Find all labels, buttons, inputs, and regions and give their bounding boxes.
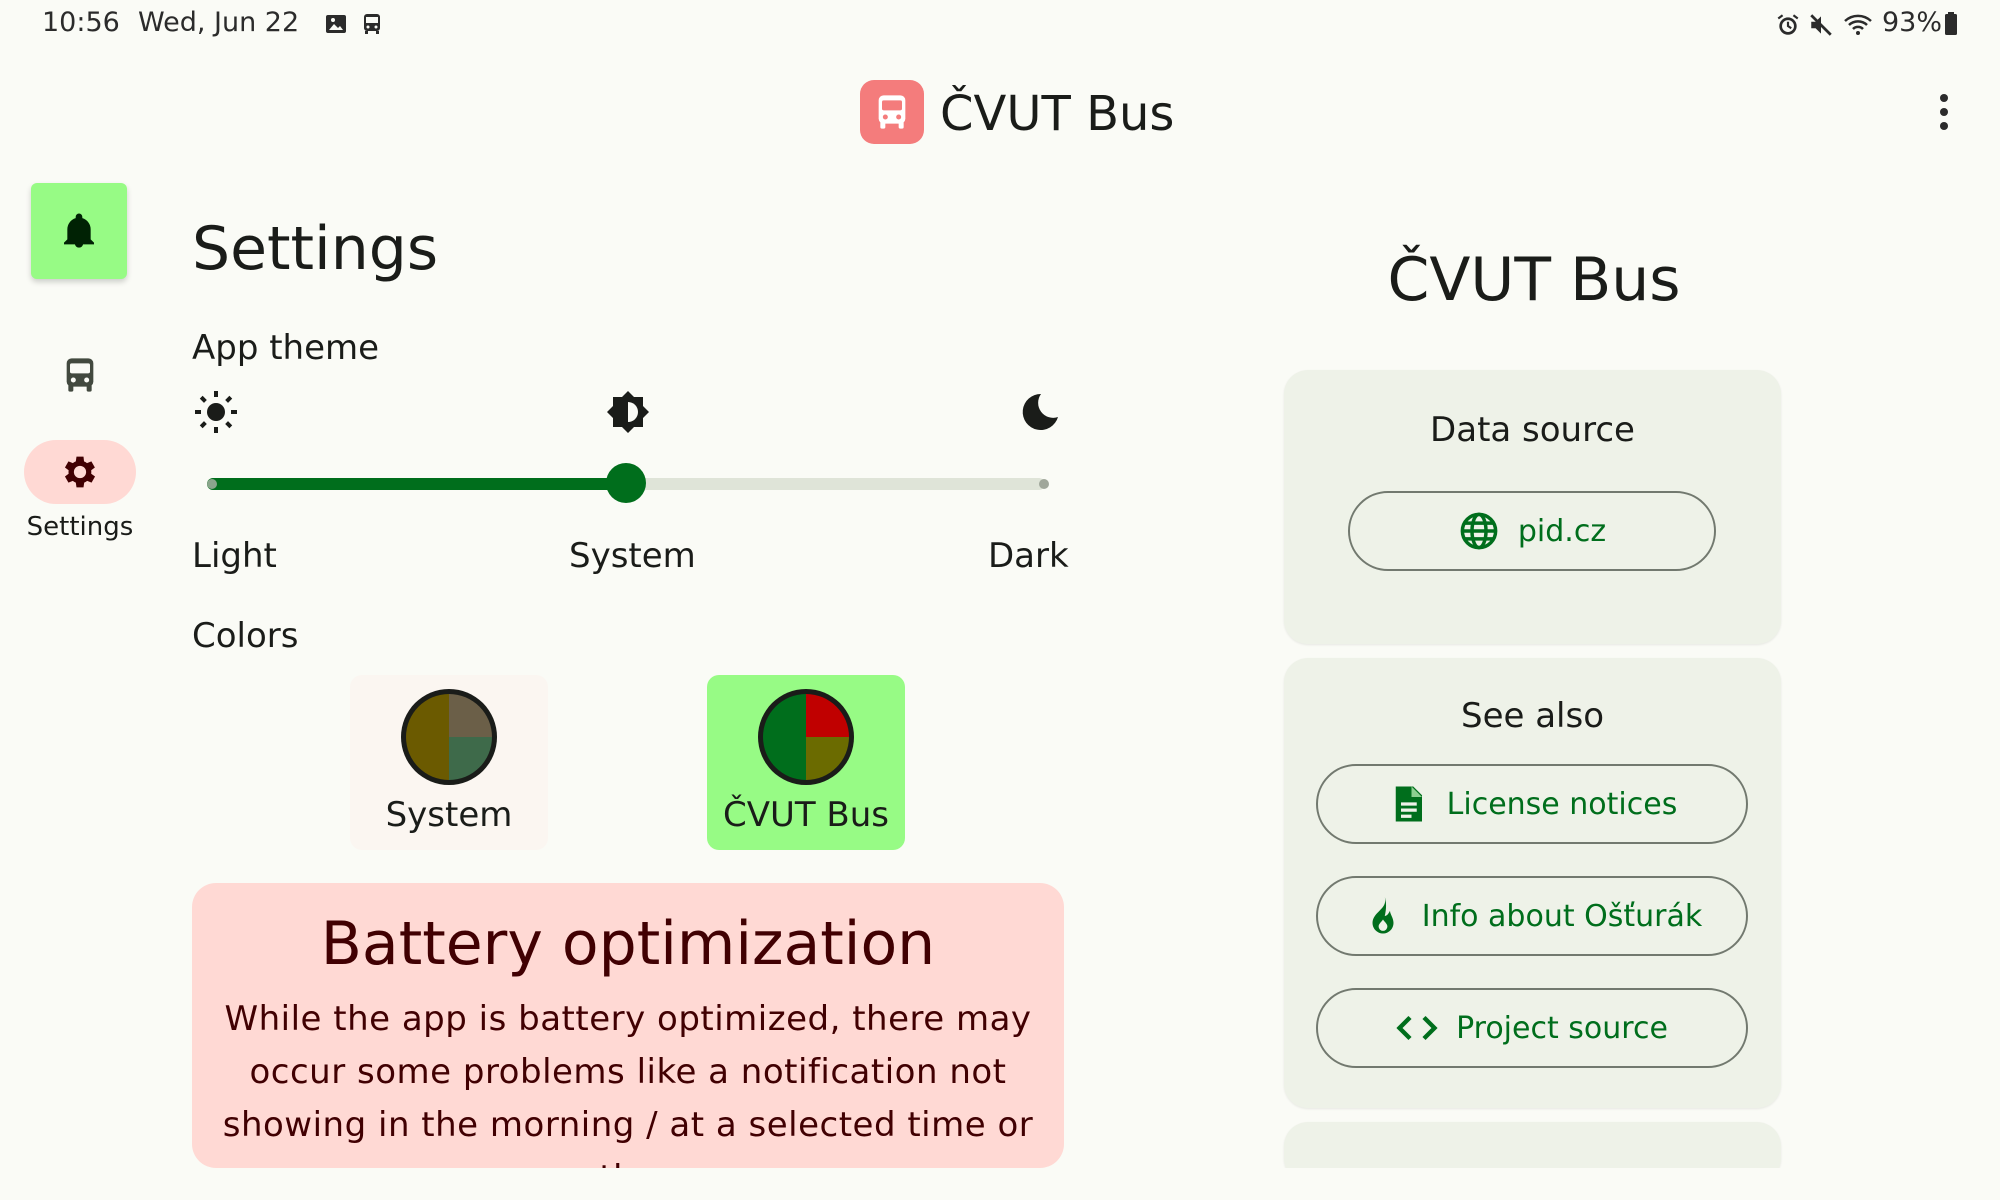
nav-rail-item-settings[interactable] bbox=[24, 440, 136, 504]
data-source-title: Data source bbox=[1430, 410, 1635, 450]
color-option-label: ČVUT Bus bbox=[722, 795, 890, 835]
nav-rail-item-bus[interactable] bbox=[40, 340, 120, 410]
battery-optimization-card[interactable]: Battery optimization While the app is ba… bbox=[192, 883, 1064, 1168]
slider-tick-light bbox=[207, 479, 217, 489]
brightness-icon bbox=[604, 388, 652, 436]
app-logo bbox=[860, 80, 924, 144]
color-option-system[interactable]: System bbox=[350, 675, 548, 850]
pid-cz-label: pid.cz bbox=[1517, 513, 1607, 549]
license-notices-label: License notices bbox=[1446, 786, 1678, 822]
bus-icon bbox=[66, 358, 94, 392]
status-bar: 10:56 Wed, Jun 22 93% bbox=[0, 0, 2000, 48]
bus-notification-icon bbox=[360, 12, 384, 41]
data-source-card: Data source pid.cz bbox=[1284, 370, 1781, 644]
nav-rail-label-settings: Settings bbox=[26, 512, 134, 542]
slider-tick-dark bbox=[1039, 479, 1049, 489]
project-source-label: Project source bbox=[1456, 1010, 1668, 1046]
theme-slider-fill bbox=[207, 478, 626, 490]
bottom-edge bbox=[1284, 1168, 1784, 1200]
status-date: Wed, Jun 22 bbox=[138, 7, 300, 38]
bus-icon bbox=[878, 95, 906, 129]
code-icon bbox=[1396, 1015, 1438, 1041]
pid-cz-button[interactable]: pid.cz bbox=[1348, 491, 1716, 571]
battery-icon bbox=[1944, 12, 1958, 41]
app-theme-label: App theme bbox=[192, 328, 380, 368]
mute-icon bbox=[1808, 12, 1834, 43]
info-about-label: Info about Ošťurák bbox=[1421, 898, 1703, 934]
more-vert-icon[interactable] bbox=[1928, 88, 1960, 136]
battery-percent: 93% bbox=[1882, 7, 1943, 38]
app-title: ČVUT Bus bbox=[940, 86, 1175, 142]
wifi-icon bbox=[1843, 12, 1873, 43]
globe-icon bbox=[1460, 512, 1498, 550]
moon-icon bbox=[1016, 388, 1064, 436]
sun-icon bbox=[192, 388, 240, 436]
status-time: 10:56 bbox=[42, 7, 120, 38]
info-about-ostùrak-button[interactable]: Info about Ošťurák bbox=[1316, 876, 1748, 956]
colors-label: Colors bbox=[192, 616, 299, 656]
color-option-cvut-bus[interactable]: ČVUT Bus bbox=[707, 675, 905, 850]
theme-label-light: Light bbox=[192, 536, 277, 576]
gear-icon bbox=[64, 456, 96, 488]
color-swatch-cvut-bus bbox=[758, 689, 854, 785]
alarm-icon bbox=[1775, 12, 1801, 43]
about-title: ČVUT Bus bbox=[1387, 245, 1681, 315]
theme-slider-thumb[interactable] bbox=[606, 463, 646, 503]
page-title: Settings bbox=[192, 214, 439, 284]
bell-icon bbox=[64, 213, 94, 248]
flame-icon bbox=[1372, 896, 1394, 934]
image-notification-icon bbox=[324, 12, 348, 41]
document-icon bbox=[1395, 786, 1422, 822]
license-notices-button[interactable]: License notices bbox=[1316, 764, 1748, 844]
project-source-button[interactable]: Project source bbox=[1316, 988, 1748, 1068]
color-swatch-system bbox=[401, 689, 497, 785]
battery-card-title: Battery optimization bbox=[320, 909, 936, 979]
color-option-label: System bbox=[385, 795, 513, 835]
see-also-card: See also License notices Info about Ošťu… bbox=[1284, 658, 1781, 1108]
battery-card-text: While the app is battery optimized, ther… bbox=[222, 999, 1034, 1168]
theme-label-system: System bbox=[569, 536, 696, 576]
see-also-title: See also bbox=[1460, 696, 1605, 736]
theme-label-dark: Dark bbox=[988, 536, 1069, 576]
notification-fab[interactable] bbox=[31, 183, 127, 279]
